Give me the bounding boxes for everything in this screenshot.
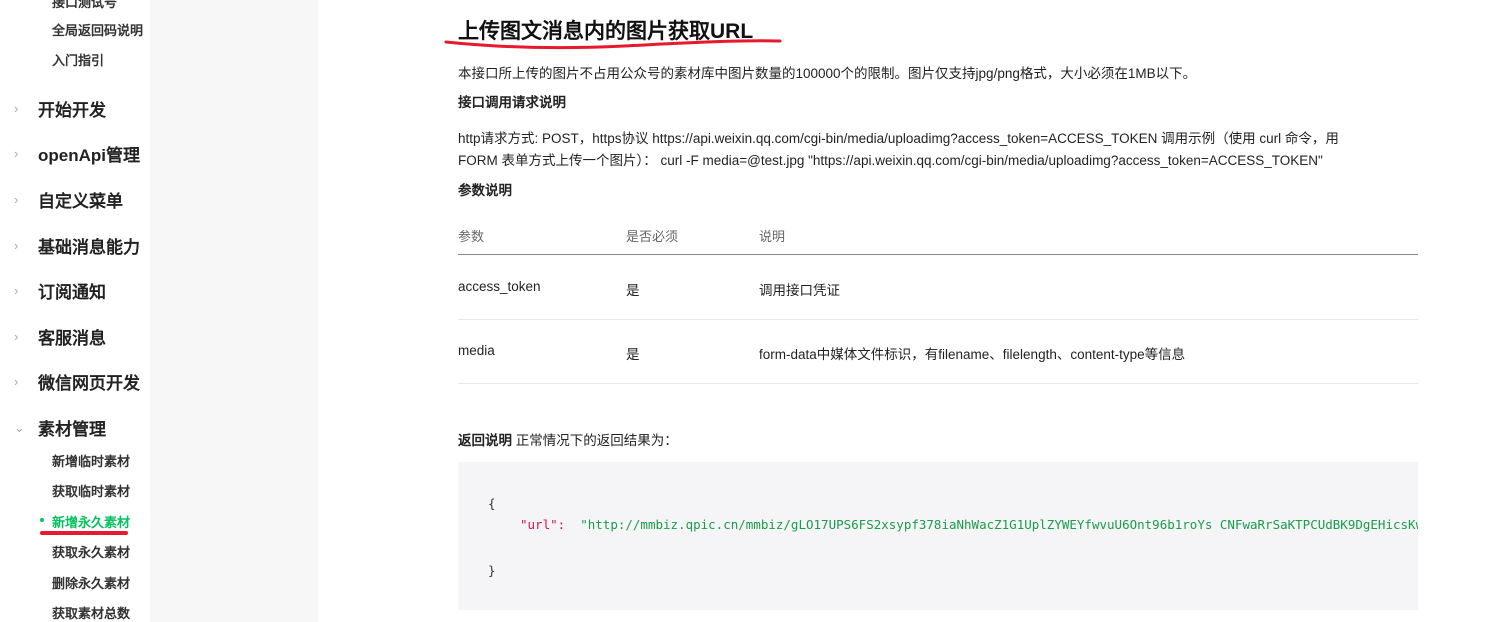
sidebar-item-return-codes[interactable]: 全局返回码说明 xyxy=(52,20,143,39)
sidebar-item-get-permanent-material[interactable]: 获取永久素材 xyxy=(52,542,130,561)
param-desc: 调用接口凭证 xyxy=(759,283,840,298)
category-label: 基础消息能力 xyxy=(38,238,140,257)
return-text: 正常情况下的返回结果为： xyxy=(515,433,678,448)
param-name: access_token xyxy=(458,279,541,294)
chevron-down-icon: ⌄ xyxy=(14,419,25,435)
sidebar-item-add-permanent-material[interactable]: 新增永久素材 xyxy=(52,512,130,531)
sidebar-item-getting-started[interactable]: 入门指引 xyxy=(52,50,104,69)
category-label: openApi管理 xyxy=(38,146,140,165)
col-desc: 说明 xyxy=(759,229,786,244)
col-required: 是否必须 xyxy=(626,229,679,244)
sidebar-category-customer-service[interactable]: › 客服消息 xyxy=(14,324,106,349)
annotation-underline xyxy=(444,39,782,50)
table-header: 参数 是否必须 说明 xyxy=(458,226,1418,255)
sidebar-item-delete-permanent-material[interactable]: 删除永久素材 xyxy=(52,573,130,592)
code-key: "url": xyxy=(520,517,566,532)
chevron-right-icon: › xyxy=(14,146,19,161)
category-label: 开始开发 xyxy=(38,101,106,120)
param-required: 是 xyxy=(626,283,640,298)
chevron-right-icon: › xyxy=(14,329,19,344)
code-value: "http://mmbiz.qpic.cn/mmbiz/gLO17UPS6FS2… xyxy=(580,517,1418,532)
sidebar-category-subscribe[interactable]: › 订阅通知 xyxy=(14,278,106,303)
chevron-right-icon: › xyxy=(14,238,19,253)
category-label: 订阅通知 xyxy=(38,283,106,302)
sidebar-gutter xyxy=(150,0,318,622)
params-heading: 参数说明 xyxy=(458,183,512,198)
category-label: 自定义菜单 xyxy=(38,192,123,211)
sidebar-item-test-account[interactable]: 接口测试号 xyxy=(52,0,117,11)
param-required: 是 xyxy=(626,347,640,362)
chevron-right-icon: › xyxy=(14,101,19,116)
sidebar-category-custom-menu[interactable]: › 自定义菜单 xyxy=(14,187,123,212)
code-close-brace: } xyxy=(488,563,496,578)
active-indicator-dot xyxy=(40,518,44,522)
return-heading: 返回说明 xyxy=(458,433,512,448)
sidebar-item-add-temp-material[interactable]: 新增临时素材 xyxy=(52,451,130,470)
table-row: media 是 form-data中媒体文件标识，有filename、filel… xyxy=(458,320,1418,384)
intro-text: 本接口所上传的图片不占用公众号的素材库中图片数量的100000个的限制。图片仅支… xyxy=(458,66,1197,81)
chevron-right-icon: › xyxy=(14,374,19,389)
sidebar-category-openapi[interactable]: › openApi管理 xyxy=(14,141,140,166)
return-description: 返回说明 正常情况下的返回结果为： xyxy=(458,429,678,449)
chevron-right-icon: › xyxy=(14,192,19,207)
annotation-underline xyxy=(40,531,128,535)
sidebar-category-start-dev[interactable]: › 开始开发 xyxy=(14,96,106,121)
category-label: 微信网页开发 xyxy=(38,374,140,393)
chevron-right-icon: › xyxy=(14,283,19,298)
col-param: 参数 xyxy=(458,229,485,244)
table-row: access_token 是 调用接口凭证 xyxy=(458,256,1418,320)
main-content: 上传图文消息内的图片获取URL 本接口所上传的图片不占用公众号的素材库中图片数量… xyxy=(318,0,1510,622)
request-heading: 接口调用请求说明 xyxy=(458,95,566,110)
sidebar-category-basic-message[interactable]: › 基础消息能力 xyxy=(14,233,140,258)
sidebar-category-material[interactable]: ⌄ 素材管理 xyxy=(14,415,106,440)
sidebar-item-material-count[interactable]: 获取素材总数 xyxy=(52,603,130,622)
category-label: 客服消息 xyxy=(38,329,106,348)
request-line-2: FORM 表单方式上传一个图片）： curl -F media=@test.jp… xyxy=(458,153,1323,168)
param-desc: form-data中媒体文件标识，有filename、filelength、co… xyxy=(759,347,1186,362)
code-line: "url": "http://mmbiz.qpic.cn/mmbiz/gLO17… xyxy=(520,517,1418,532)
sidebar-category-web-dev[interactable]: › 微信网页开发 xyxy=(14,369,140,394)
sidebar-nav: 接口测试号 全局返回码说明 入门指引 › 开始开发 › openApi管理 › 自定义… xyxy=(0,0,150,622)
code-open-brace: { xyxy=(488,496,496,511)
category-label: 素材管理 xyxy=(38,420,106,439)
sidebar-item-get-temp-material[interactable]: 获取临时素材 xyxy=(52,481,130,500)
param-name: media xyxy=(458,343,495,358)
code-block: { "url": "http://mmbiz.qpic.cn/mmbiz/gLO… xyxy=(458,462,1418,610)
request-line-1: http请求方式: POST，https协议 https://api.weixi… xyxy=(458,131,1339,146)
